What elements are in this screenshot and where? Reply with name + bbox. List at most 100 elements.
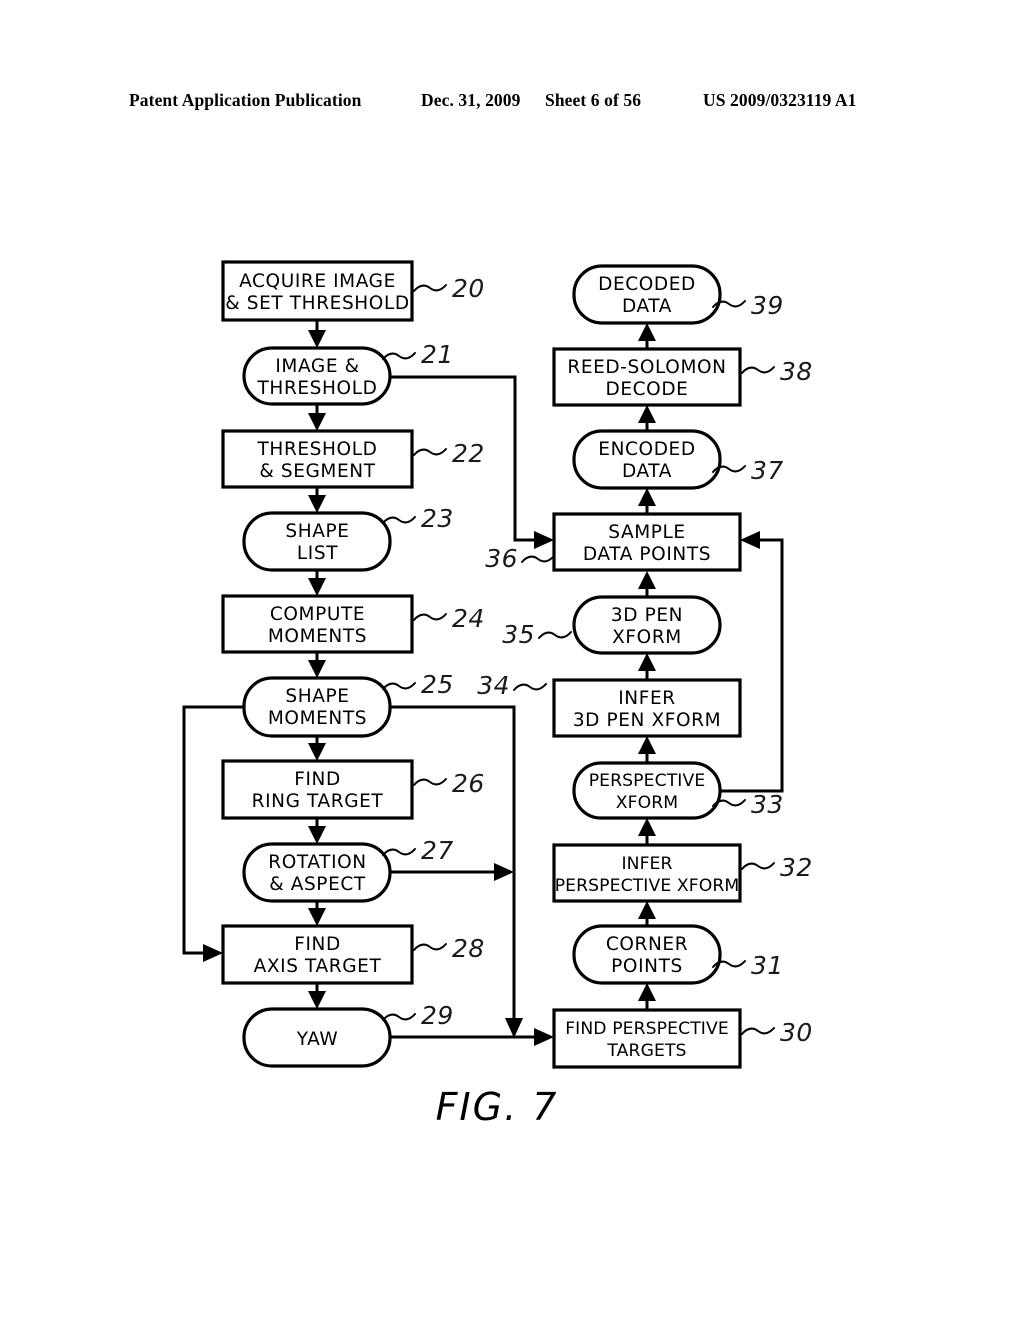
node-22-threshold-segment[interactable]: THRESHOLD & SEGMENT [221, 429, 414, 489]
edge-29-to-30 [390, 1028, 554, 1046]
ref-numeral-35-text: 35 [502, 620, 535, 649]
edge-27-to-28 [308, 901, 326, 926]
ref-numeral-34: 34 [477, 671, 547, 700]
ref-numeral-33-text: 33 [751, 790, 784, 819]
edge-27-to-30 [390, 863, 514, 881]
node-24-compute-moments[interactable]: COMPUTE MOMENTS [221, 594, 414, 654]
ref-numeral-39-text: 39 [751, 291, 784, 320]
node-30-find-perspective-targets[interactable]: FIND PERSPECTIVE TARGETS [552, 1008, 742, 1069]
edge-26-to-27 [308, 818, 326, 844]
ref-numeral-25: 25 [382, 670, 453, 699]
node-29-yaw[interactable]: YAW [242, 1007, 392, 1068]
edge-21-to-22 [308, 404, 326, 431]
node-20-acquire-image-set-threshold[interactable]: ACQUIRE IMAGE & SET THRESHOLD [221, 260, 414, 322]
ref-numeral-20-text: 20 [452, 274, 485, 303]
ref-numeral-32: 32 [741, 853, 813, 882]
node-21-image-threshold[interactable]: IMAGE & THRESHOLD [242, 346, 392, 406]
node-22-label-line-1: THRESHOLD [257, 439, 378, 460]
node-32-label-line-2: PERSPECTIVE XFORM [555, 876, 740, 896]
ref-numeral-37-text: 37 [751, 456, 784, 485]
node-34-label-line-1: INFER [618, 688, 675, 709]
node-38-reed-solomon-decode[interactable]: REED-SOLOMON DECODE [552, 347, 742, 407]
node-32-infer-perspective-xform[interactable]: INFER PERSPECTIVE XFORM [552, 843, 742, 903]
edge-25-to-28-feedback [182, 705, 244, 962]
ref-numeral-37: 37 [712, 456, 784, 485]
edge-23-to-24 [308, 570, 326, 596]
node-37-encoded-data[interactable]: ENCODED DATA [572, 429, 722, 490]
edge-37-to-38 [638, 405, 656, 431]
node-33-perspective-xform[interactable]: PERSPECTIVE XFORM [572, 761, 722, 820]
node-35-label-line-2: XFORM [612, 627, 682, 648]
node-36-sample-data-points[interactable]: SAMPLE DATA POINTS [552, 512, 742, 572]
edge-28-to-29 [308, 983, 326, 1009]
ref-numeral-26: 26 [413, 769, 485, 798]
node-33-label-line-2: XFORM [616, 793, 678, 813]
ref-numeral-29: 29 [382, 1001, 454, 1030]
node-36-label-line-2: DATA POINTS [583, 544, 711, 565]
edge-36-to-37 [638, 488, 656, 514]
ref-numeral-32-text: 32 [780, 853, 813, 882]
node-33-label-line-1: PERSPECTIVE [589, 771, 706, 791]
edge-22-to-23 [308, 487, 326, 513]
node-27-rotation-aspect[interactable]: ROTATION & ASPECT [242, 842, 392, 903]
node-26-find-ring-target[interactable]: FIND RING TARGET [221, 759, 414, 820]
node-26-label-line-1: FIND [294, 769, 341, 790]
node-25-shape-moments[interactable]: SHAPE MOMENTS [242, 676, 392, 738]
node-20-label-line-1: ACQUIRE IMAGE [239, 271, 396, 292]
node-26-label-line-2: RING TARGET [252, 791, 384, 812]
node-38-label-line-2: DECODE [606, 379, 689, 400]
ref-numeral-24: 24 [413, 604, 485, 633]
patent-drawing-page: Patent Application Publication Dec. 31, … [0, 0, 1024, 1320]
ref-numeral-28-text: 28 [452, 934, 485, 963]
ref-numeral-30-text: 30 [780, 1018, 813, 1047]
node-39-label-line-2: DATA [622, 296, 672, 317]
ref-numeral-28: 28 [413, 934, 485, 963]
ref-numeral-30: 30 [741, 1018, 813, 1047]
node-38-label-line-1: REED-SOLOMON [567, 357, 726, 378]
node-37-label-line-2: DATA [622, 461, 672, 482]
node-31-label-line-1: CORNER [606, 934, 688, 955]
ref-numeral-31-text: 31 [751, 951, 784, 980]
edge-34-to-35 [638, 653, 656, 680]
node-22-label-line-2: & SEGMENT [259, 461, 375, 482]
ref-numeral-33: 33 [712, 790, 784, 819]
edge-30-to-31 [638, 983, 656, 1010]
ref-numeral-22-text: 22 [452, 439, 485, 468]
ref-numeral-26-text: 26 [452, 769, 485, 798]
node-21-label-line-2: THRESHOLD [257, 378, 378, 399]
flowchart-svg: ACQUIRE IMAGE & SET THRESHOLD 20 IMAGE &… [182, 260, 813, 1129]
node-25-label-line-1: SHAPE [285, 686, 349, 707]
ref-numeral-35: 35 [502, 620, 572, 649]
edge-25-to-26 [308, 736, 326, 761]
node-28-label-line-1: FIND [294, 934, 341, 955]
node-28-label-line-2: AXIS TARGET [254, 956, 382, 977]
node-27-label-line-2: & ASPECT [269, 874, 366, 895]
ref-numeral-34-text: 34 [477, 671, 510, 700]
node-39-decoded-data[interactable]: DECODED DATA [572, 264, 722, 325]
edge-24-to-25 [308, 652, 326, 678]
node-27-label-line-1: ROTATION [268, 852, 366, 873]
ref-numeral-29-text: 29 [421, 1001, 454, 1030]
node-35-label-line-1: 3D PEN [611, 605, 683, 626]
ref-numeral-23-text: 23 [421, 504, 454, 533]
node-34-infer-3d-pen-xform[interactable]: INFER 3D PEN XFORM [552, 678, 742, 738]
node-28-find-axis-target[interactable]: FIND AXIS TARGET [221, 924, 414, 985]
ref-numeral-24-text: 24 [452, 604, 485, 633]
ref-numeral-22: 22 [413, 439, 485, 468]
ref-numeral-20: 20 [413, 274, 485, 303]
ref-numeral-21: 21 [382, 340, 454, 369]
ref-numeral-27-text: 27 [421, 836, 454, 865]
ref-numeral-21-text: 21 [421, 340, 454, 369]
node-31-corner-points[interactable]: CORNER POINTS [572, 924, 722, 985]
edge-38-to-39 [638, 323, 656, 349]
ref-numeral-36: 36 [485, 544, 555, 573]
node-30-label-line-1: FIND PERSPECTIVE [565, 1019, 729, 1039]
node-23-shape-list[interactable]: SHAPE LIST [242, 511, 392, 572]
node-35-3d-pen-xform[interactable]: 3D PEN XFORM [572, 595, 722, 655]
node-39-label-line-1: DECODED [598, 274, 696, 295]
node-25-label-line-2: MOMENTS [268, 708, 367, 729]
edge-32-to-33 [638, 818, 656, 845]
node-34-label-line-2: 3D PEN XFORM [573, 710, 721, 731]
edge-20-to-21 [308, 320, 326, 348]
flowchart-diagram: ACQUIRE IMAGE & SET THRESHOLD 20 IMAGE &… [0, 0, 1024, 1320]
